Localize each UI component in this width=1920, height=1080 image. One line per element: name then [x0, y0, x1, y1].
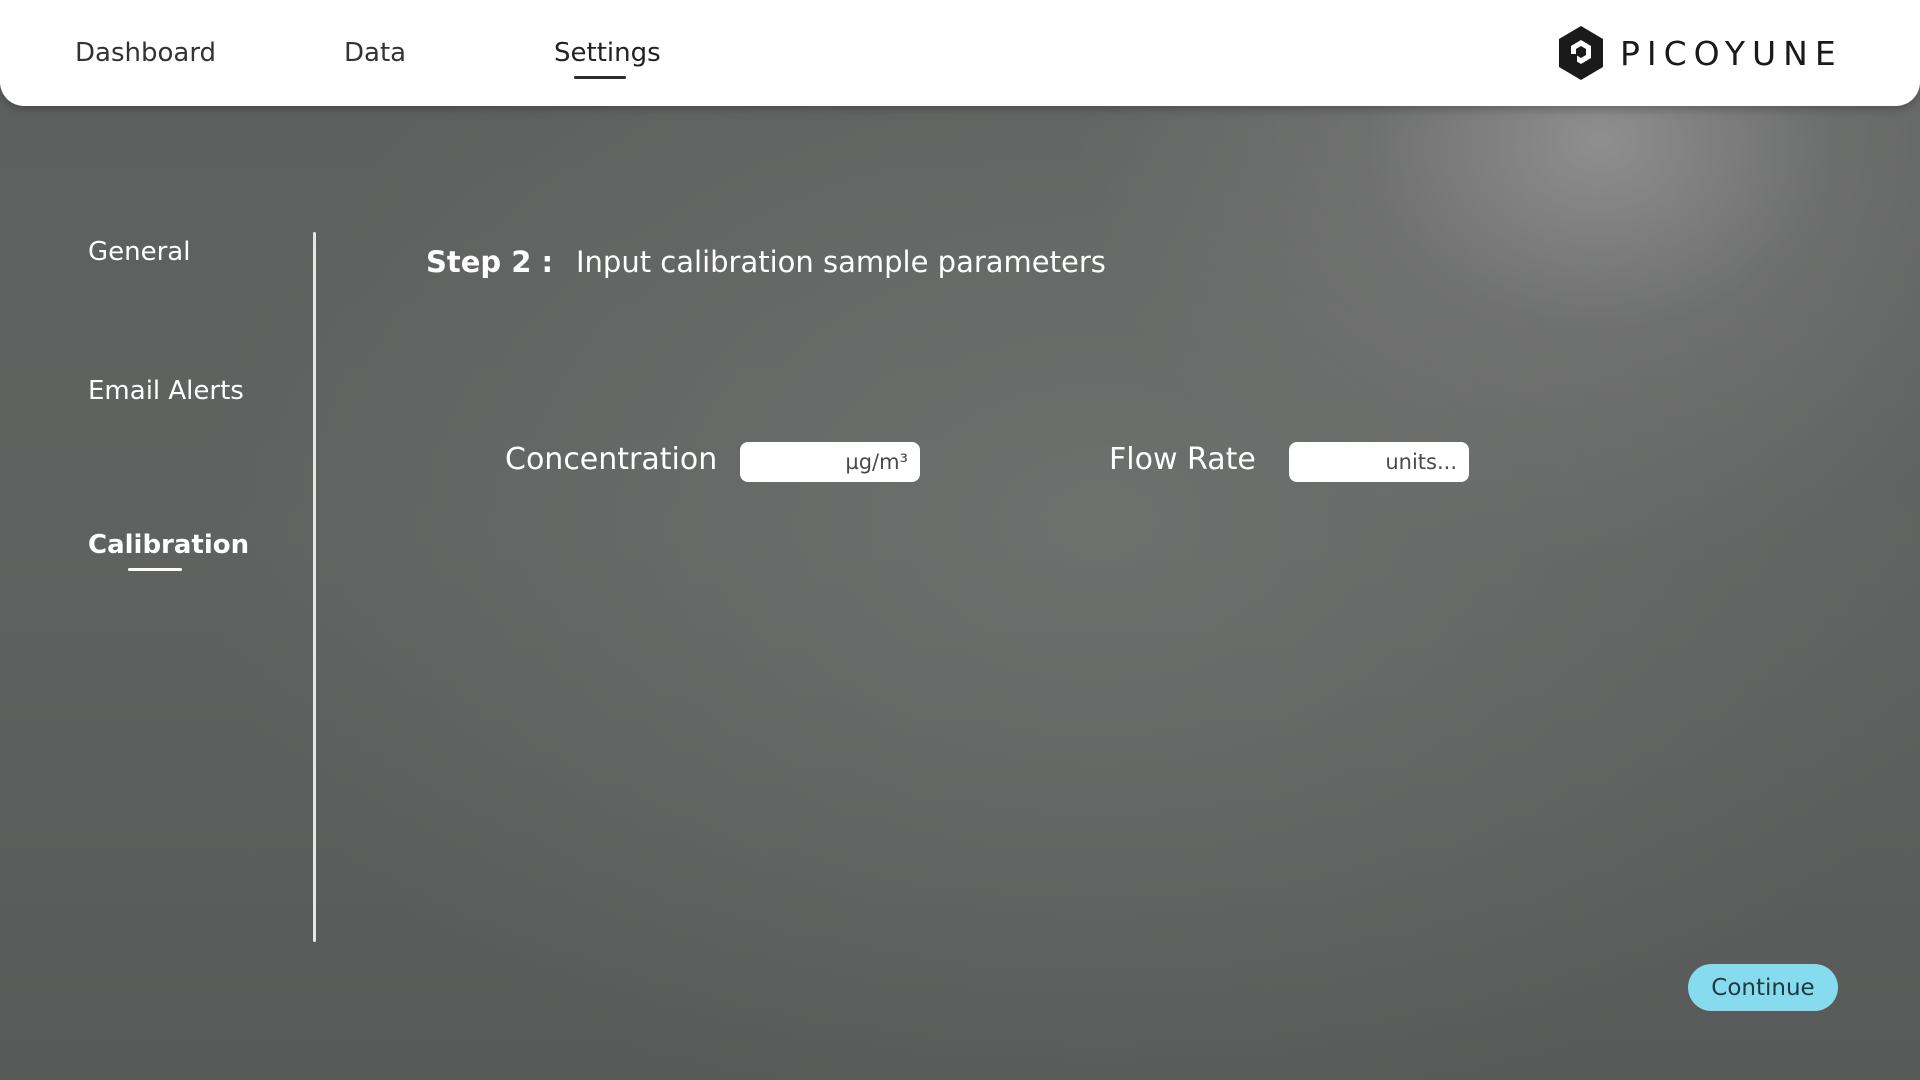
step-description: Input calibration sample parameters [576, 245, 1106, 279]
flow-rate-input[interactable] [1289, 442, 1469, 482]
sidebar-item-calibration[interactable]: Calibration [88, 530, 249, 560]
hexagon-logo-icon [1559, 26, 1603, 80]
concentration-input[interactable] [740, 442, 920, 482]
nav-tab-dashboard[interactable]: Dashboard [75, 38, 216, 68]
continue-button[interactable]: Continue [1688, 964, 1838, 1011]
nav-active-indicator [574, 76, 626, 79]
sidebar-item-general[interactable]: General [88, 237, 190, 267]
nav-tab-data[interactable]: Data [344, 38, 406, 68]
top-nav-bar: Dashboard Data Settings PICOYUNE [0, 0, 1920, 106]
sidebar-item-email-alerts[interactable]: Email Alerts [88, 376, 244, 406]
nav-tab-settings[interactable]: Settings [554, 38, 661, 68]
concentration-label: Concentration [505, 442, 718, 477]
brand-logo: PICOYUNE [1556, 24, 1843, 82]
sidebar-divider [313, 232, 316, 942]
brand-name: PICOYUNE [1620, 33, 1843, 73]
flow-rate-label: Flow Rate [1109, 442, 1256, 477]
sidebar-active-indicator [128, 568, 182, 571]
step-number: Step 2 : [426, 245, 554, 279]
